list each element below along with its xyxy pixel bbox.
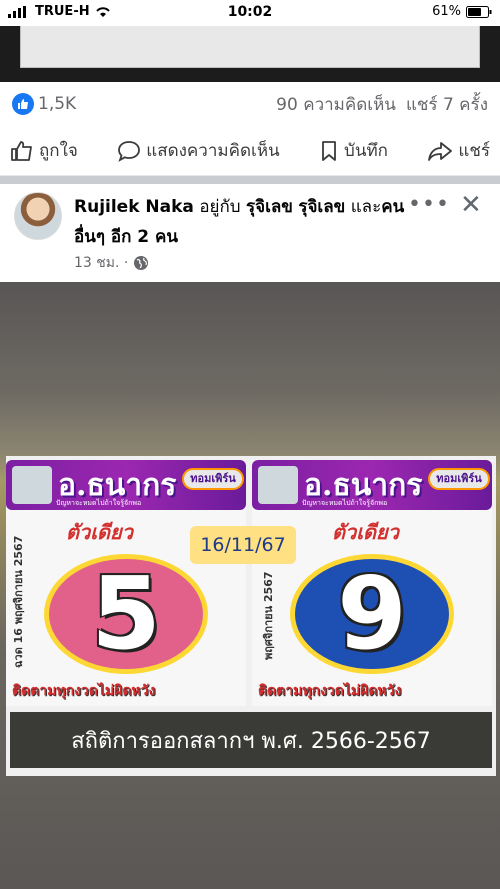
tagged-user-2[interactable]: รุจิเลข — [298, 197, 345, 217]
tagged-user-1[interactable]: รุจิเลข — [246, 197, 293, 217]
lottery-panel-right: อ.ธนากร ทอมเพิร์น ปัญหาจะหมดไปถ้าใจรู้จั… — [252, 460, 492, 706]
save-button[interactable]: บันทึก — [319, 137, 388, 164]
like-label: ถูกใจ — [39, 141, 78, 161]
close-icon[interactable]: ✕ — [460, 190, 482, 220]
thumbs-up-icon — [11, 140, 32, 161]
brand-tagline: ปัญหาจะหมดไปถ้าใจรู้จักพอ — [56, 499, 142, 507]
stats-banner: สถิติการออกสลากฯ พ.ศ. 2566-2567 — [10, 712, 492, 768]
comment-label: แสดงความคิดเห็น — [146, 141, 280, 161]
share-count[interactable]: แชร์ 7 ครั้ง — [406, 91, 488, 118]
single-digit-label: ตัวเดียว — [332, 520, 399, 544]
share-button[interactable]: แชร์ — [427, 137, 490, 164]
brand-pill: ทอมเพิร์น — [182, 468, 244, 490]
battery-icon — [466, 5, 492, 18]
follow-text: ติดตามทุกงวดไม่ผิดหวัง — [258, 683, 402, 699]
date-badge: 16/11/67 — [190, 526, 296, 564]
previous-post-image[interactable] — [0, 26, 500, 82]
battery-percent: 61% — [432, 4, 461, 19]
brand-banner: อ.ธนากร ทอมเพิร์น ปัญหาจะหมดไปถ้าใจรู้จั… — [6, 460, 246, 510]
post-time[interactable]: 13 ชม. · — [74, 252, 128, 274]
save-label: บันทึก — [344, 141, 388, 161]
number-ball: 5 — [44, 554, 208, 674]
comment-count[interactable]: 90 ความคิดเห็น — [276, 91, 396, 118]
brand-tagline: ปัญหาจะหมดไปถ้าใจรู้จักพอ — [302, 499, 388, 507]
paper-photo — [20, 26, 480, 68]
globe-icon — [134, 256, 149, 270]
comment-bubble-icon — [118, 140, 141, 162]
brand-pill: ทอมเพิร์น — [428, 468, 490, 490]
clock: 10:02 — [227, 4, 273, 20]
follow-text: ติดตามทุกงวดไม่ผิดหวัง — [12, 683, 156, 699]
photo-thumbnail — [258, 466, 298, 504]
post-image[interactable]: อ.ธนากร ทอมเพิร์น ปัญหาจะหมดไปถ้าใจรู้จั… — [0, 282, 500, 889]
post-header: Rujilek Naka อยู่กับ รุจิเลข รุจิเลข และ… — [0, 184, 500, 282]
lucky-number: 5 — [91, 555, 161, 672]
post-actions: ถูกใจ แสดงความคิดเห็น บันทึก แชร์ — [0, 126, 500, 176]
post-meta: 13 ชม. · — [74, 252, 149, 274]
like-button[interactable]: ถูกใจ — [10, 137, 78, 164]
number-ball: 9 — [290, 554, 454, 674]
brand-banner: อ.ธนากร ทอมเพิร์น ปัญหาจะหมดไปถ้าใจรู้จั… — [252, 460, 492, 510]
comment-button[interactable]: แสดงความคิดเห็น — [117, 137, 280, 164]
and-text: และ — [350, 197, 382, 217]
date-vertical: ฉวด 16 พฤศจิกายน 2567 — [12, 535, 25, 668]
with-text: อยู่กับ — [199, 197, 241, 217]
reactions-row: 1,5K 90 ความคิดเห็น แชร์ 7 ครั้ง — [0, 82, 500, 126]
date-vertical: พฤศจิกายน 2567 — [262, 571, 275, 660]
share-label: แชร์ — [458, 141, 490, 161]
like-reaction-icon — [12, 93, 34, 115]
lottery-panel-left: อ.ธนากร ทอมเพิร์น ปัญหาจะหมดไปถ้าใจรู้จั… — [6, 460, 246, 706]
status-bar: TRUE-H 10:02 61% — [0, 0, 500, 26]
more-options-icon[interactable]: ••• — [408, 192, 450, 217]
share-arrow-icon — [428, 141, 453, 161]
lottery-card: อ.ธนากร ทอมเพิร์น ปัญหาจะหมดไปถ้าใจรู้จั… — [6, 456, 496, 776]
lucky-number: 9 — [337, 555, 407, 672]
photo-thumbnail — [12, 466, 52, 504]
avatar[interactable] — [14, 192, 62, 240]
bookmark-icon — [322, 140, 336, 161]
author-name[interactable]: Rujilek Naka — [74, 197, 194, 217]
single-digit-label: ตัวเดียว — [66, 520, 133, 544]
author-line: Rujilek Naka อยู่กับ รุจิเลข รุจิเลข และ… — [74, 192, 414, 252]
like-count[interactable]: 1,5K — [38, 94, 76, 114]
battery-info: 61% — [432, 4, 492, 19]
feed-separator — [0, 176, 500, 184]
